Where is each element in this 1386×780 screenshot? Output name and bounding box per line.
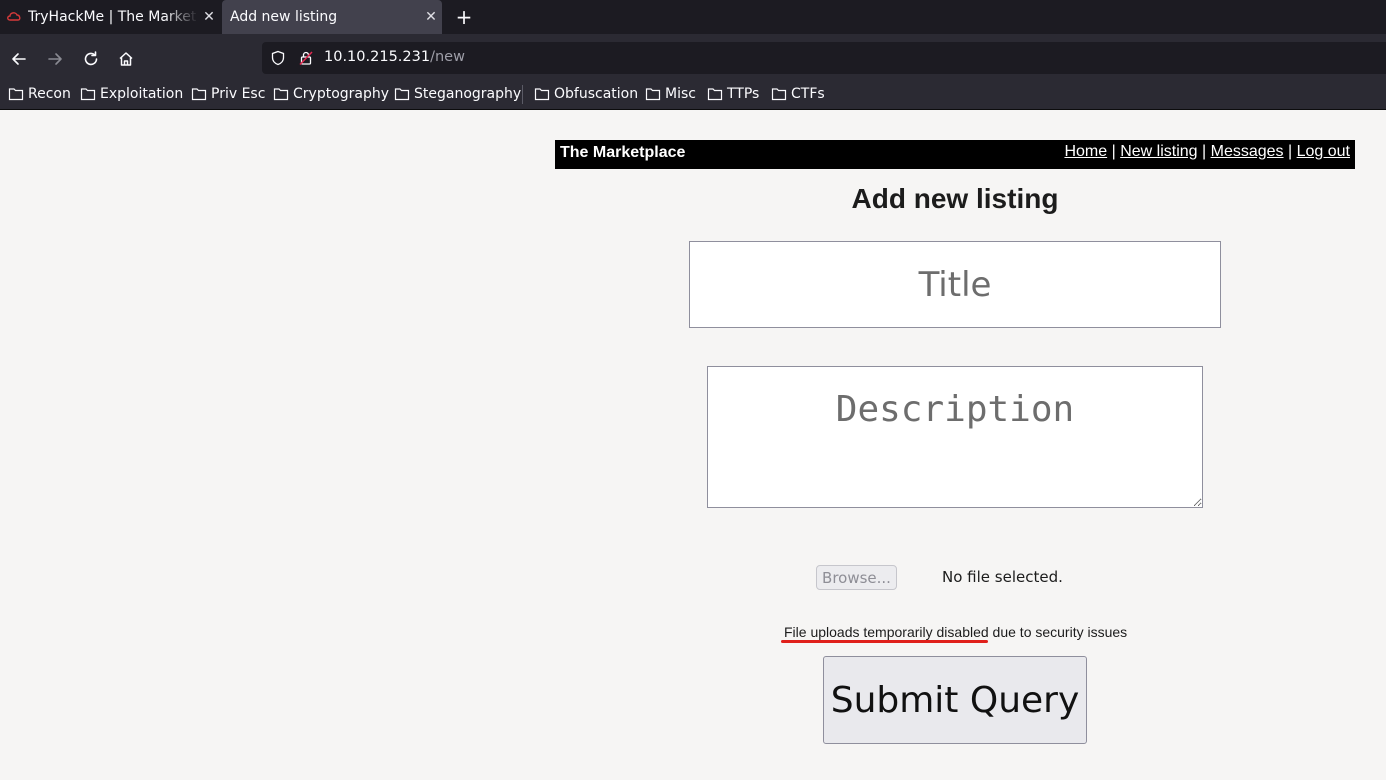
address-bar[interactable]: 10.10.215.231/new <box>262 42 1386 74</box>
home-button[interactable] <box>115 48 137 70</box>
insecure-lock-icon[interactable] <box>298 50 314 66</box>
nav-link-new-listing[interactable]: New listing <box>1120 143 1197 160</box>
tab-tryhackme[interactable]: TryHackMe | The Marketplace ✕ <box>0 0 220 34</box>
nav-separator: | <box>1111 143 1116 160</box>
bookmarks-separator <box>522 85 523 104</box>
folder-icon <box>273 88 289 101</box>
file-status-text: No file selected. <box>942 568 1063 586</box>
tab-title: Add new listing <box>230 9 338 25</box>
tab-title: TryHackMe | The Marketplace <box>28 9 198 25</box>
nav-link-home[interactable]: Home <box>1064 143 1107 160</box>
back-arrow-icon <box>12 53 26 65</box>
bookmark-label: Exploitation <box>100 86 184 102</box>
bookmark-label: CTFs <box>791 86 825 102</box>
bookmark-label: Steganography <box>414 86 522 102</box>
folder-icon <box>534 88 550 101</box>
bookmark-folder-steganography[interactable]: Steganography <box>394 84 521 104</box>
tab-add-new-listing[interactable]: Add new listing ✕ <box>222 0 442 34</box>
forward-arrow-icon <box>48 53 62 65</box>
forward-button[interactable] <box>44 48 66 70</box>
bookmark-folder-recon[interactable]: Recon <box>8 84 71 104</box>
folder-icon <box>8 88 24 101</box>
close-tab-icon[interactable]: ✕ <box>198 9 220 25</box>
new-tab-button[interactable]: + <box>452 0 476 34</box>
upload-disabled-notice: File uploads temporarily disabled due to… <box>784 624 1128 640</box>
nav-separator: | <box>1288 143 1293 160</box>
red-annotation-underline <box>781 640 988 643</box>
bookmark-label: Priv Esc <box>211 86 266 102</box>
nav-link-log-out[interactable]: Log out <box>1297 143 1350 160</box>
folder-icon <box>771 88 787 101</box>
url-path: /new <box>430 49 465 65</box>
url-host: 10.10.215.231 <box>324 49 431 65</box>
home-icon <box>119 52 133 66</box>
reload-button[interactable] <box>80 48 102 70</box>
folder-icon <box>645 88 661 101</box>
bookmark-label: TTPs <box>727 86 760 102</box>
bookmarks-toolbar: Recon Exploitation Priv Esc Cryptography… <box>0 80 1386 110</box>
submit-button[interactable]: Submit Query <box>823 656 1087 744</box>
bookmark-folder-priv-esc[interactable]: Priv Esc <box>191 84 265 104</box>
browse-file-button[interactable]: Browse... <box>816 565 897 590</box>
bookmark-folder-misc[interactable]: Misc <box>645 84 696 104</box>
bookmark-folder-obfuscation[interactable]: Obfuscation <box>534 84 638 104</box>
back-button[interactable] <box>8 48 30 70</box>
reload-icon <box>84 51 98 66</box>
page-title: Add new listing <box>851 183 1059 214</box>
folder-icon <box>191 88 207 101</box>
bookmark-folder-ttps[interactable]: TTPs <box>707 84 759 104</box>
folder-icon <box>80 88 96 101</box>
tab-strip: TryHackMe | The Marketplace ✕ Add new li… <box>0 0 1386 34</box>
url-text[interactable]: 10.10.215.231/new <box>324 49 465 65</box>
shield-icon[interactable] <box>270 50 286 66</box>
bookmark-label: Misc <box>665 86 696 102</box>
navigation-toolbar: 10.10.215.231/new <box>0 38 1386 80</box>
bookmark-label: Recon <box>28 86 71 102</box>
site-header: The Marketplace Home | New listing | Mes… <box>555 140 1355 169</box>
title-input[interactable] <box>689 241 1221 328</box>
site-name: The Marketplace <box>560 144 686 161</box>
folder-icon <box>707 88 723 101</box>
close-tab-icon[interactable]: ✕ <box>420 9 442 25</box>
nav-link-messages[interactable]: Messages <box>1211 143 1284 160</box>
bookmark-label: Cryptography <box>293 86 390 102</box>
bookmark-label: Obfuscation <box>554 86 639 102</box>
bookmark-folder-exploitation[interactable]: Exploitation <box>80 84 183 104</box>
tryhackme-favicon-icon <box>7 12 21 21</box>
description-textarea[interactable] <box>707 366 1203 508</box>
bookmark-folder-ctfs[interactable]: CTFs <box>771 84 825 104</box>
bookmark-folder-cryptography[interactable]: Cryptography <box>273 84 389 104</box>
nav-separator: | <box>1202 143 1207 160</box>
site-nav: Home | New listing | Messages | Log out <box>1064 143 1350 161</box>
folder-icon <box>394 88 410 101</box>
